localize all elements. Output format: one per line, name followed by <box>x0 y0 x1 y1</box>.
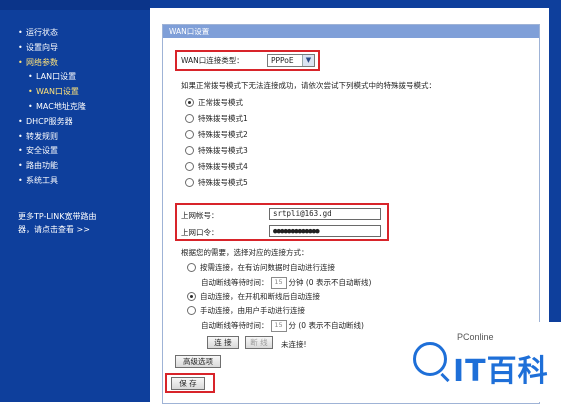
sidebar-item-lan[interactable]: • LAN口设置 <box>18 70 86 85</box>
sidebar-item-wizard[interactable]: • 设置向导 <box>18 41 86 56</box>
sidebar-item-dhcp[interactable]: • DHCP服务器 <box>18 115 86 130</box>
radio-selected-icon[interactable] <box>185 97 194 107</box>
wan-type-value: PPPoE <box>271 56 294 65</box>
dial-mode-label: 正常拨号模式 <box>198 98 243 107</box>
conn-auto-label: 自动连接，在开机和断线后自动连接 <box>200 292 320 301</box>
save-button[interactable]: 保 存 <box>171 377 205 390</box>
sidebar-item-label: MAC地址克隆 <box>36 101 86 111</box>
sidebar-item-wan[interactable]: • WAN口设置 <box>18 85 86 100</box>
radio-icon[interactable] <box>187 262 196 272</box>
idle-unit-2: 分 (0 表示不自动断线) <box>288 321 364 330</box>
idle-unit-1: 分钟 (0 表示不自动断线) <box>288 278 372 287</box>
conn-manual-label: 手动连接，由用户手动进行连接 <box>200 306 305 315</box>
more-products-line2: 器，请点击查看 >> <box>18 225 90 234</box>
advanced-options-button[interactable]: 高级选项 <box>175 355 221 368</box>
conn-auto[interactable]: 自动连接，在开机和断线后自动连接 <box>187 291 320 302</box>
radio-icon[interactable] <box>185 145 194 155</box>
sidebar-top-band <box>0 0 150 10</box>
sidebar-item-status[interactable]: • 运行状态 <box>18 26 86 41</box>
password-label: 上网口令： <box>181 228 219 237</box>
sidebar-item-label: 转发规则 <box>26 131 58 141</box>
dial-mode-label: 特殊拨号模式1 <box>198 114 248 123</box>
bullet-icon: • <box>18 175 23 185</box>
bullet-icon: • <box>18 116 23 126</box>
sidebar-item-label: 系统工具 <box>26 175 58 185</box>
panel-title: WAN口设置 <box>163 25 539 38</box>
dial-mode-special-4[interactable]: 特殊拨号模式4 <box>185 161 248 172</box>
dial-mode-special-3[interactable]: 特殊拨号模式3 <box>185 145 248 156</box>
sidebar-item-label: DHCP服务器 <box>26 116 73 126</box>
password-input[interactable]: ●●●●●●●●●●●●● <box>269 225 381 237</box>
dial-mode-special-2[interactable]: 特殊拨号模式2 <box>185 129 248 140</box>
idle-time-row-1: 自动断线等待时间： 15 分钟 (0 表示不自动断线) <box>201 277 371 289</box>
dial-mode-special-1[interactable]: 特殊拨号模式1 <box>185 113 248 124</box>
conn-manual[interactable]: 手动连接，由用户手动进行连接 <box>187 305 305 316</box>
sidebar-item-label: 路由功能 <box>26 161 58 171</box>
connect-button[interactable]: 连 接 <box>207 336 239 349</box>
idle-time-row-2: 自动断线等待时间： 15 分 (0 表示不自动断线) <box>201 320 364 332</box>
bullet-icon: • <box>18 57 23 67</box>
bullet-icon: • <box>18 146 23 156</box>
logo-cn: IT百科 <box>453 354 549 389</box>
radio-icon[interactable] <box>185 129 194 139</box>
sidebar-item-mac-clone[interactable]: • MAC地址克隆 <box>18 100 86 115</box>
idle-time-input-2[interactable]: 15 <box>270 320 287 332</box>
idle-label-1: 自动断线等待时间： <box>201 278 269 287</box>
conn-mode-hint: 根据您的需要，选择对应的连接方式： <box>181 248 309 257</box>
sidebar-item-security[interactable]: • 安全设置 <box>18 144 86 159</box>
radio-icon[interactable] <box>185 177 194 187</box>
bullet-icon: • <box>18 131 23 141</box>
chevron-down-icon: ▼ <box>302 55 314 66</box>
sidebar-item-label: 运行状态 <box>26 28 58 37</box>
idle-time-input-1[interactable]: 15 <box>270 277 287 289</box>
connection-status: 未连接! <box>281 340 307 349</box>
sidebar-item-label: 网络参数 <box>26 57 58 67</box>
radio-icon[interactable] <box>185 113 194 123</box>
sidebar-item-forwarding[interactable]: • 转发规则 <box>18 130 86 145</box>
pconline-logo-icon <box>413 342 447 376</box>
radio-icon[interactable] <box>187 305 196 315</box>
radio-selected-icon[interactable] <box>187 291 196 301</box>
sidebar-menu: • 运行状态 • 设置向导 • 网络参数 • LAN口设置 • WAN口设置 • MAC地址… <box>18 26 86 189</box>
bullet-icon: • <box>28 72 33 82</box>
idle-label-2: 自动断线等待时间： <box>201 321 269 330</box>
dial-mode-label: 特殊拨号模式2 <box>198 130 248 139</box>
dial-mode-label: 特殊拨号模式4 <box>198 162 248 171</box>
logo-brand: PConline <box>457 332 494 342</box>
dial-mode-normal[interactable]: 正常拨号模式 <box>185 97 243 108</box>
bullet-icon: • <box>28 101 33 111</box>
sidebar-item-routing[interactable]: • 路由功能 <box>18 159 86 174</box>
account-label: 上网帐号： <box>181 211 219 220</box>
pconline-logo: PConline IT百科 <box>399 322 561 402</box>
sidebar-item-system-tools[interactable]: • 系统工具 <box>18 174 86 189</box>
conn-on-demand[interactable]: 按需连接，在有访问数据时自动进行连接 <box>187 262 335 273</box>
bullet-icon: • <box>18 161 23 171</box>
more-products-line1: 更多TP-LINK宽带路由 <box>18 212 97 221</box>
disconnect-button[interactable]: 断 线 <box>245 336 273 349</box>
bullet-icon: • <box>28 87 33 97</box>
bullet-icon: • <box>18 28 23 37</box>
sidebar-item-label: 安全设置 <box>26 146 58 156</box>
wan-type-select[interactable]: PPPoE ▼ <box>267 54 315 67</box>
wan-type-label: WAN口连接类型： <box>181 56 244 65</box>
conn-on-demand-label: 按需连接，在有访问数据时自动进行连接 <box>200 263 335 272</box>
more-products-link[interactable]: 更多TP-LINK宽带路由 器，请点击查看 >> <box>18 210 143 236</box>
sidebar-item-label: WAN口设置 <box>36 87 79 97</box>
sidebar-item-label: 设置向导 <box>26 42 58 52</box>
sidebar-item-label: LAN口设置 <box>36 72 77 82</box>
dial-mode-label: 特殊拨号模式3 <box>198 146 248 155</box>
special-dial-hint: 如果正常拨号模式下无法连接成功，请依次尝试下列模式中的特殊拨号模式： <box>181 81 436 90</box>
sidebar-item-network[interactable]: • 网络参数 <box>18 56 86 71</box>
dial-mode-special-5[interactable]: 特殊拨号模式5 <box>185 177 248 188</box>
account-input[interactable]: srtpli@163.gd <box>269 208 381 220</box>
dial-mode-label: 特殊拨号模式5 <box>198 178 248 187</box>
radio-icon[interactable] <box>185 161 194 171</box>
bullet-icon: • <box>18 42 23 52</box>
top-border <box>150 0 549 8</box>
sidebar-nav: • 运行状态 • 设置向导 • 网络参数 • LAN口设置 • WAN口设置 • MAC地址… <box>0 0 150 402</box>
